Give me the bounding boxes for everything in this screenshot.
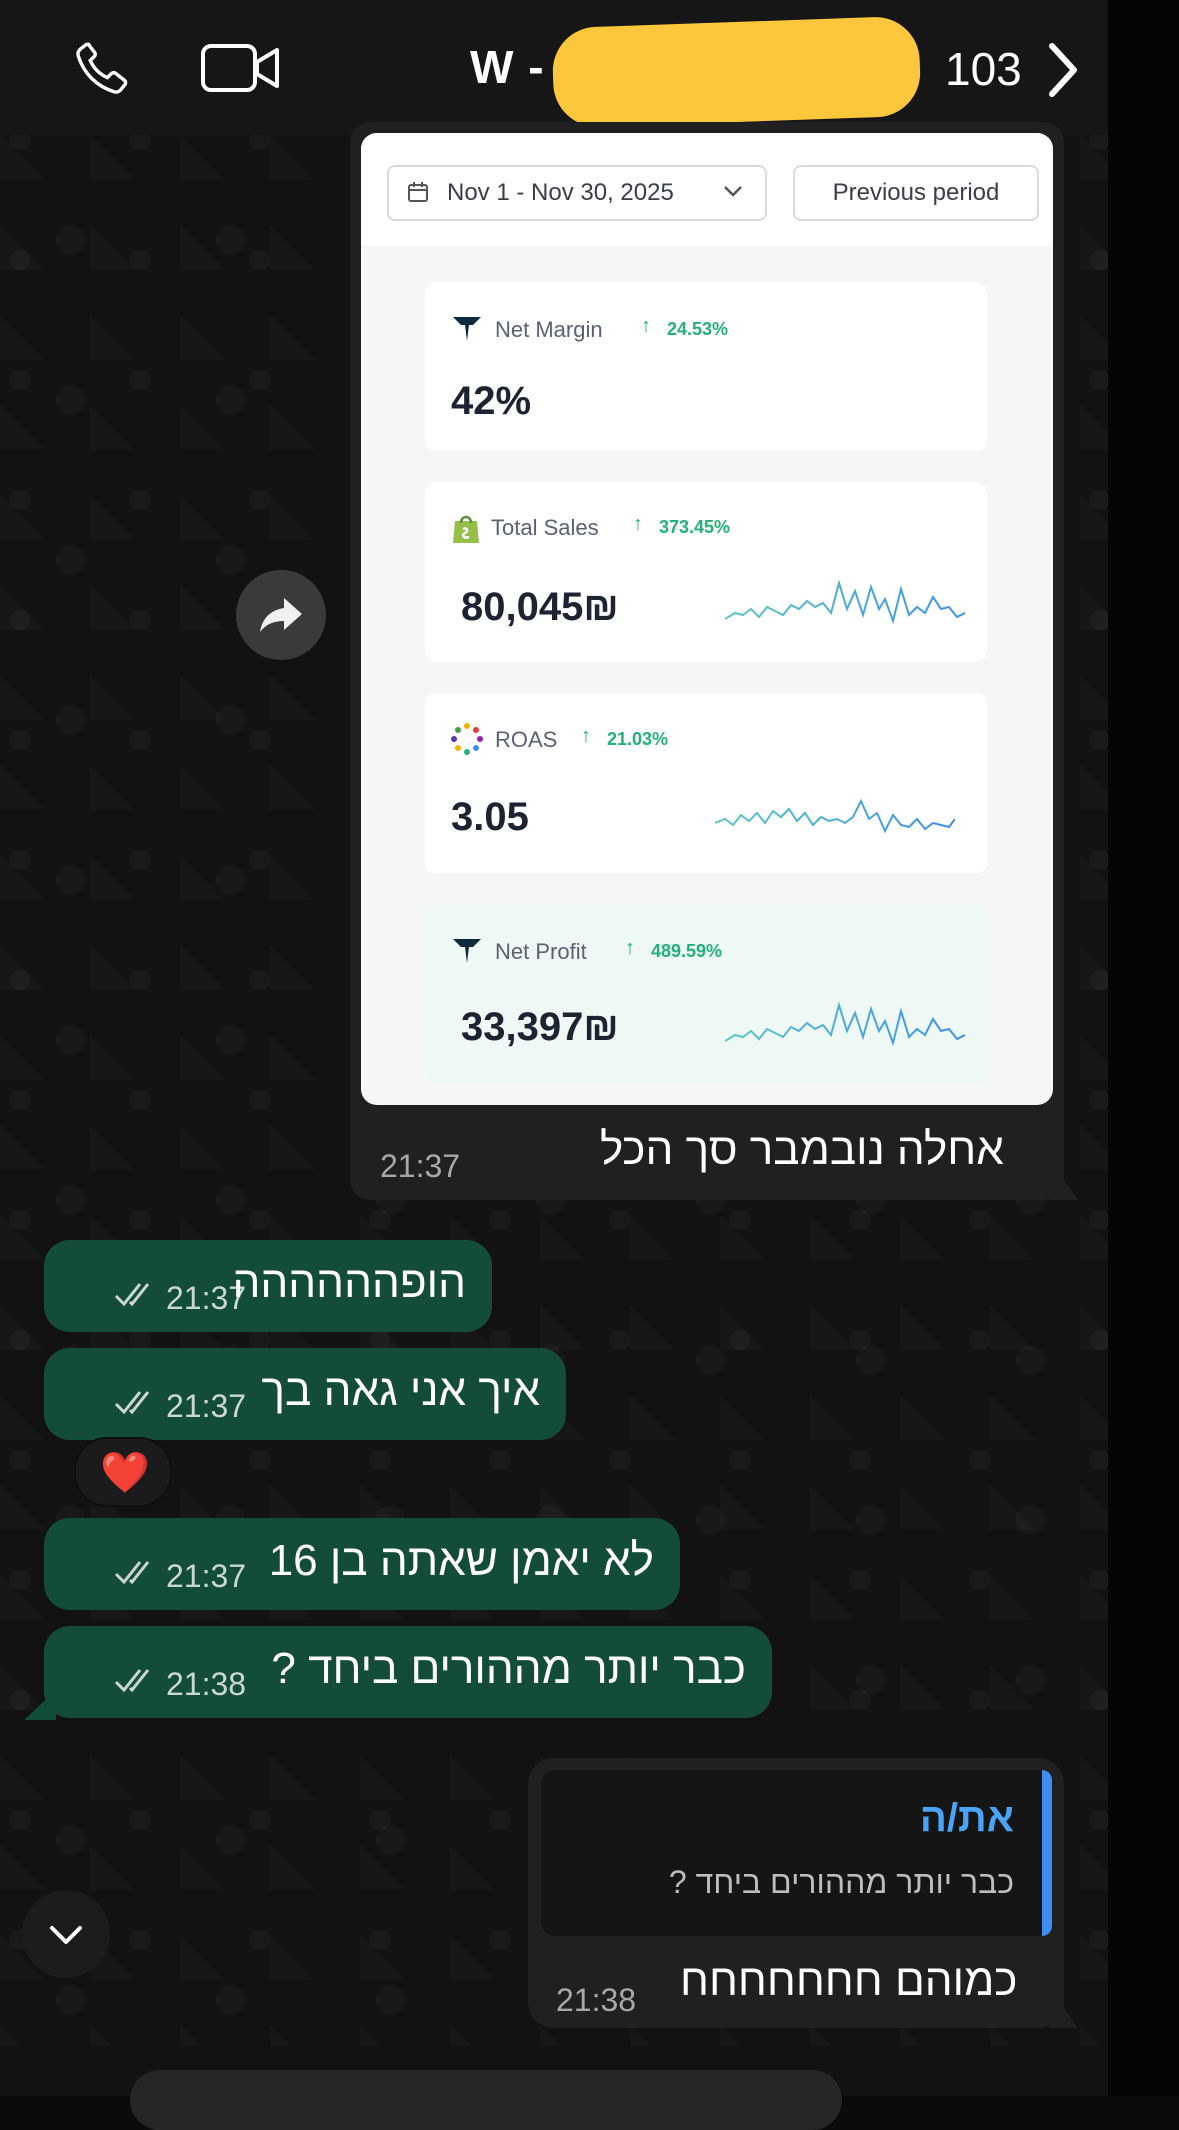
- metric-value: 33,397₪: [461, 1005, 619, 1049]
- unread-count[interactable]: 103: [945, 42, 1022, 96]
- double-check-icon: [114, 1391, 150, 1415]
- chevron-right-icon[interactable]: [1046, 42, 1080, 103]
- metric-change: 21.03%: [607, 729, 669, 749]
- chevron-down-icon: [724, 186, 742, 197]
- metric-label: Total Sales: [491, 515, 599, 540]
- phone-icon[interactable]: [70, 36, 134, 105]
- redacted-contact-name: [551, 15, 922, 129]
- message-time: 21:38: [166, 1666, 247, 1702]
- sparkline-total-sales: [725, 579, 965, 625]
- previous-period-button[interactable]: Previous period: [793, 165, 1039, 221]
- metric-card-roas[interactable]: ROAS ↑ 21.03% 3.05: [425, 693, 987, 873]
- quoted-text: כבר יותר מההורים ביחד ?: [668, 1864, 1014, 1900]
- reaction-badge[interactable]: ❤️: [74, 1437, 172, 1507]
- message-text: כמוהם חחחחחחח: [680, 1956, 1018, 2005]
- message-time: 21:37: [166, 1558, 247, 1594]
- outgoing-message[interactable]: 21:38 כבר יותר מההורים ביחד ?: [44, 1626, 772, 1718]
- metric-change: 489.59%: [651, 941, 723, 961]
- message-input[interactable]: [130, 2070, 842, 2130]
- calendar-icon: [408, 182, 428, 202]
- metric-change: 373.45%: [659, 517, 731, 537]
- arrow-up-icon: ↑: [625, 937, 635, 959]
- screen-edge: [1108, 0, 1179, 2096]
- quote-accent-bar: [1042, 1770, 1052, 1936]
- metric-value: 42%: [451, 379, 532, 423]
- message-time: 21:37: [166, 1388, 247, 1424]
- outgoing-message[interactable]: 21:37 איך אני גאה בך: [44, 1348, 566, 1440]
- metric-card-net-margin[interactable]: Net Margin ↑ 24.53% 42%: [425, 283, 987, 451]
- date-range-label: Nov 1 - Nov 30, 2025: [447, 179, 674, 206]
- forward-button[interactable]: [236, 570, 326, 660]
- triple-whale-logo-icon: [453, 317, 481, 341]
- contact-name-prefix[interactable]: W -: [470, 40, 545, 94]
- chevron-down-icon: [50, 1926, 82, 1944]
- outgoing-message[interactable]: 21:37 הופהההההה: [44, 1240, 492, 1332]
- bubble-tail: [1050, 1988, 1078, 2028]
- composer-bar: [0, 2046, 1108, 2130]
- forward-arrow-icon: [260, 598, 302, 632]
- double-check-icon: [114, 1561, 150, 1585]
- arrow-up-icon: ↑: [641, 315, 651, 337]
- dotted-circle-icon: [451, 723, 483, 755]
- metric-label: Net Profit: [495, 939, 587, 964]
- message-text: איך אני גאה בך: [261, 1366, 540, 1415]
- arrow-up-icon: ↑: [633, 513, 643, 535]
- metric-label: ROAS: [495, 727, 558, 752]
- quoted-author: את/ה: [919, 1796, 1014, 1840]
- arrow-up-icon: ↑: [581, 725, 591, 747]
- date-range-picker[interactable]: Nov 1 - Nov 30, 2025: [387, 165, 767, 221]
- sparkline-roas: [715, 798, 955, 834]
- heart-reaction: ❤️: [100, 1451, 150, 1495]
- metric-value: 80,045₪: [461, 585, 619, 629]
- metric-label: Net Margin: [495, 317, 603, 342]
- outgoing-message[interactable]: 21:37 לא יאמן שאתה בן 16: [44, 1518, 680, 1610]
- message-time: 21:37: [380, 1148, 461, 1184]
- sparkline-net-profit: [725, 1001, 965, 1047]
- metric-card-total-sales[interactable]: Total Sales ↑ 373.45% 80,045₪: [425, 483, 987, 661]
- message-text: כבר יותר מההורים ביחד ?: [271, 1644, 746, 1693]
- message-text: לא יאמן שאתה בן 16: [268, 1536, 654, 1585]
- metric-change: 24.53%: [667, 319, 729, 339]
- quoted-message[interactable]: את/ה כבר יותר מההורים ביחד ?: [541, 1770, 1052, 1936]
- double-check-icon: [114, 1283, 150, 1307]
- message-text: הופהההההה: [232, 1258, 466, 1307]
- shopify-bag-icon: [453, 515, 479, 543]
- bubble-tail: [24, 1690, 56, 1720]
- scroll-to-bottom-button[interactable]: [22, 1890, 110, 1978]
- metric-card-net-profit[interactable]: Net Profit ↑ 489.59% 33,397₪: [425, 905, 987, 1083]
- double-check-icon: [114, 1669, 150, 1693]
- metric-value: 3.05: [451, 795, 529, 839]
- message-caption: אחלה נובמבר סך הכל: [600, 1125, 1004, 1174]
- video-camera-icon[interactable]: [200, 40, 282, 101]
- dashboard-screenshot[interactable]: Nov 1 - Nov 30, 2025 Previous period Net…: [361, 133, 1053, 1105]
- triple-whale-logo-icon: [453, 939, 481, 963]
- dashboard-toolbar: Nov 1 - Nov 30, 2025 Previous period: [361, 133, 1053, 245]
- bubble-tail: [1050, 1160, 1078, 1200]
- message-time: 21:38: [556, 1982, 637, 2018]
- chat-header: W - 103: [0, 0, 1108, 135]
